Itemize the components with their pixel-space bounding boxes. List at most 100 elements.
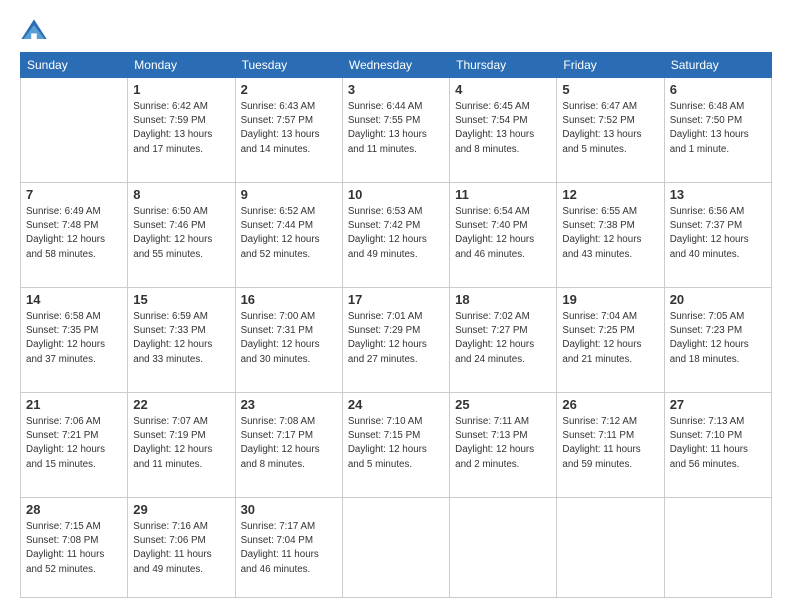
- calendar-cell: 22 Sunrise: 7:07 AM Sunset: 7:19 PM Dayli…: [128, 392, 235, 497]
- day-info: Sunrise: 7:01 AM Sunset: 7:29 PM Dayligh…: [348, 310, 444, 367]
- day-number: 2: [241, 82, 337, 97]
- weekday-header: Monday: [128, 53, 235, 78]
- weekday-header: Wednesday: [342, 53, 449, 78]
- day-info: Sunrise: 6:53 AM Sunset: 7:42 PM Dayligh…: [348, 205, 444, 262]
- day-number: 23: [241, 397, 337, 412]
- calendar-cell: 13 Sunrise: 6:56 AM Sunset: 7:37 PM Dayli…: [664, 182, 771, 287]
- page: SundayMondayTuesdayWednesdayThursdayFrid…: [0, 0, 792, 612]
- day-info: Sunrise: 7:07 AM Sunset: 7:19 PM Dayligh…: [133, 415, 229, 472]
- calendar-cell: 10 Sunrise: 6:53 AM Sunset: 7:42 PM Dayli…: [342, 182, 449, 287]
- calendar-row: 14Sunrise: 6:58 AM Sunset: 7:35 PM Dayli…: [21, 287, 772, 392]
- calendar-cell: 9 Sunrise: 6:52 AM Sunset: 7:44 PM Daylig…: [235, 182, 342, 287]
- day-info: Sunrise: 6:59 AM Sunset: 7:33 PM Dayligh…: [133, 310, 229, 367]
- day-info: Sunrise: 7:13 AM Sunset: 7:10 PM Dayligh…: [670, 415, 766, 472]
- day-number: 15: [133, 292, 229, 307]
- weekday-header: Sunday: [21, 53, 128, 78]
- day-info: Sunrise: 6:49 AM Sunset: 7:48 PM Dayligh…: [26, 205, 122, 262]
- day-info: Sunrise: 7:00 AM Sunset: 7:31 PM Dayligh…: [241, 310, 337, 367]
- day-number: 21: [26, 397, 122, 412]
- weekday-header: Thursday: [450, 53, 557, 78]
- day-info: Sunrise: 7:17 AM Sunset: 7:04 PM Dayligh…: [241, 520, 337, 577]
- day-info: Sunrise: 6:50 AM Sunset: 7:46 PM Dayligh…: [133, 205, 229, 262]
- day-number: 27: [670, 397, 766, 412]
- day-number: 18: [455, 292, 551, 307]
- day-info: Sunrise: 6:54 AM Sunset: 7:40 PM Dayligh…: [455, 205, 551, 262]
- day-info: Sunrise: 7:12 AM Sunset: 7:11 PM Dayligh…: [562, 415, 658, 472]
- day-info: Sunrise: 7:08 AM Sunset: 7:17 PM Dayligh…: [241, 415, 337, 472]
- calendar-cell: [664, 497, 771, 597]
- day-info: Sunrise: 6:43 AM Sunset: 7:57 PM Dayligh…: [241, 100, 337, 157]
- calendar-cell: 26 Sunrise: 7:12 AM Sunset: 7:11 PM Dayli…: [557, 392, 664, 497]
- top-section: [20, 18, 772, 46]
- day-info: Sunrise: 6:42 AM Sunset: 7:59 PM Dayligh…: [133, 100, 229, 157]
- logo-icon: [20, 18, 48, 46]
- header-row: SundayMondayTuesdayWednesdayThursdayFrid…: [21, 53, 772, 78]
- day-info: Sunrise: 7:04 AM Sunset: 7:25 PM Dayligh…: [562, 310, 658, 367]
- day-number: 19: [562, 292, 658, 307]
- logo: [20, 18, 52, 46]
- day-number: 9: [241, 187, 337, 202]
- day-info: Sunrise: 6:52 AM Sunset: 7:44 PM Dayligh…: [241, 205, 337, 262]
- calendar-cell: 15 Sunrise: 6:59 AM Sunset: 7:33 PM Dayli…: [128, 287, 235, 392]
- day-number: 3: [348, 82, 444, 97]
- calendar-cell: 5 Sunrise: 6:47 AM Sunset: 7:52 PM Daylig…: [557, 78, 664, 183]
- calendar-cell: 7 Sunrise: 6:49 AM Sunset: 7:48 PM Daylig…: [21, 182, 128, 287]
- calendar-cell: 8 Sunrise: 6:50 AM Sunset: 7:46 PM Daylig…: [128, 182, 235, 287]
- day-number: 7: [26, 187, 122, 202]
- day-info: Sunrise: 7:11 AM Sunset: 7:13 PM Dayligh…: [455, 415, 551, 472]
- day-info: Sunrise: 6:56 AM Sunset: 7:37 PM Dayligh…: [670, 205, 766, 262]
- calendar-row: 7 Sunrise: 6:49 AM Sunset: 7:48 PM Daylig…: [21, 182, 772, 287]
- weekday-header: Saturday: [664, 53, 771, 78]
- day-info: Sunrise: 7:06 AM Sunset: 7:21 PM Dayligh…: [26, 415, 122, 472]
- calendar-cell: 12 Sunrise: 6:55 AM Sunset: 7:38 PM Dayli…: [557, 182, 664, 287]
- calendar-cell: 21 Sunrise: 7:06 AM Sunset: 7:21 PM Dayli…: [21, 392, 128, 497]
- day-number: 12: [562, 187, 658, 202]
- calendar-cell: 25Sunrise: 7:11 AM Sunset: 7:13 PM Dayli…: [450, 392, 557, 497]
- day-info: Sunrise: 6:55 AM Sunset: 7:38 PM Dayligh…: [562, 205, 658, 262]
- day-number: 10: [348, 187, 444, 202]
- calendar-cell: [342, 497, 449, 597]
- day-number: 22: [133, 397, 229, 412]
- day-info: Sunrise: 6:58 AM Sunset: 7:35 PM Dayligh…: [26, 310, 122, 367]
- calendar-cell: [557, 497, 664, 597]
- calendar-cell: [450, 497, 557, 597]
- calendar-cell: 14Sunrise: 6:58 AM Sunset: 7:35 PM Dayli…: [21, 287, 128, 392]
- day-info: Sunrise: 6:48 AM Sunset: 7:50 PM Dayligh…: [670, 100, 766, 157]
- calendar-cell: 6Sunrise: 6:48 AM Sunset: 7:50 PM Daylig…: [664, 78, 771, 183]
- calendar-cell: 27 Sunrise: 7:13 AM Sunset: 7:10 PM Dayli…: [664, 392, 771, 497]
- day-number: 5: [562, 82, 658, 97]
- calendar-cell: 28Sunrise: 7:15 AM Sunset: 7:08 PM Dayli…: [21, 497, 128, 597]
- day-info: Sunrise: 7:05 AM Sunset: 7:23 PM Dayligh…: [670, 310, 766, 367]
- day-number: 11: [455, 187, 551, 202]
- day-number: 26: [562, 397, 658, 412]
- day-number: 30: [241, 502, 337, 517]
- day-info: Sunrise: 7:10 AM Sunset: 7:15 PM Dayligh…: [348, 415, 444, 472]
- calendar-cell: 4 Sunrise: 6:45 AM Sunset: 7:54 PM Daylig…: [450, 78, 557, 183]
- calendar-cell: 24 Sunrise: 7:10 AM Sunset: 7:15 PM Dayli…: [342, 392, 449, 497]
- day-number: 4: [455, 82, 551, 97]
- day-number: 16: [241, 292, 337, 307]
- calendar: SundayMondayTuesdayWednesdayThursdayFrid…: [20, 52, 772, 598]
- day-info: Sunrise: 6:44 AM Sunset: 7:55 PM Dayligh…: [348, 100, 444, 157]
- calendar-cell: 20 Sunrise: 7:05 AM Sunset: 7:23 PM Dayli…: [664, 287, 771, 392]
- calendar-cell: 30 Sunrise: 7:17 AM Sunset: 7:04 PM Dayli…: [235, 497, 342, 597]
- day-info: Sunrise: 6:47 AM Sunset: 7:52 PM Dayligh…: [562, 100, 658, 157]
- day-number: 20: [670, 292, 766, 307]
- day-number: 8: [133, 187, 229, 202]
- day-number: 1: [133, 82, 229, 97]
- calendar-cell: 18 Sunrise: 7:02 AM Sunset: 7:27 PM Dayli…: [450, 287, 557, 392]
- calendar-cell: 16 Sunrise: 7:00 AM Sunset: 7:31 PM Dayli…: [235, 287, 342, 392]
- day-info: Sunrise: 7:02 AM Sunset: 7:27 PM Dayligh…: [455, 310, 551, 367]
- calendar-row: 1 Sunrise: 6:42 AM Sunset: 7:59 PM Daylig…: [21, 78, 772, 183]
- day-info: Sunrise: 7:15 AM Sunset: 7:08 PM Dayligh…: [26, 520, 122, 577]
- day-number: 29: [133, 502, 229, 517]
- calendar-cell: [21, 78, 128, 183]
- day-info: Sunrise: 6:45 AM Sunset: 7:54 PM Dayligh…: [455, 100, 551, 157]
- day-number: 17: [348, 292, 444, 307]
- calendar-cell: 29 Sunrise: 7:16 AM Sunset: 7:06 PM Dayli…: [128, 497, 235, 597]
- calendar-row: 28Sunrise: 7:15 AM Sunset: 7:08 PM Dayli…: [21, 497, 772, 597]
- day-number: 24: [348, 397, 444, 412]
- day-number: 13: [670, 187, 766, 202]
- weekday-header: Tuesday: [235, 53, 342, 78]
- day-info: Sunrise: 7:16 AM Sunset: 7:06 PM Dayligh…: [133, 520, 229, 577]
